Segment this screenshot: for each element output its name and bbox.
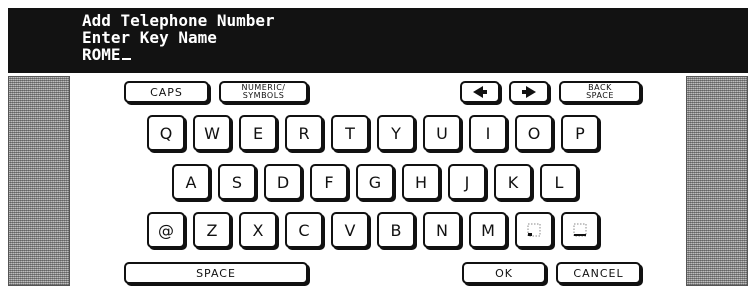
cancel-label: CANCEL	[573, 266, 624, 280]
dot-symbol-key[interactable]	[515, 212, 553, 248]
key-o-label: O	[527, 123, 541, 143]
underscore-symbol-key[interactable]	[561, 212, 599, 248]
caps-label: CAPS	[150, 85, 183, 99]
keyboard-area: CAPS NUMERIC/ SYMBOLS BACK SPACE Q W E R	[70, 76, 684, 286]
left-side-panel	[8, 76, 70, 286]
underscore-box-icon	[573, 223, 587, 237]
key-h[interactable]: H	[402, 164, 440, 200]
key-v-label: V	[344, 220, 356, 240]
key-e-label: E	[252, 123, 264, 143]
key-a-label: A	[185, 172, 197, 192]
key-l-label: L	[554, 172, 564, 192]
display-header: Add Telephone Number Enter Key Name ROME	[8, 8, 748, 73]
cursor-right-button[interactable]	[509, 81, 549, 103]
key-g[interactable]: G	[356, 164, 394, 200]
key-f-label: F	[324, 172, 334, 192]
key-s[interactable]: S	[218, 164, 256, 200]
key-c-label: C	[298, 220, 310, 240]
key-i-label: I	[485, 123, 491, 143]
screen-prompt: Enter Key Name	[82, 28, 217, 47]
back-label-line2: SPACE	[586, 91, 614, 100]
key-w-label: W	[204, 123, 220, 143]
ok-button[interactable]: OK	[462, 262, 546, 284]
key-i[interactable]: I	[469, 115, 507, 151]
key-w[interactable]: W	[193, 115, 231, 151]
key-name-field[interactable]: ROME	[82, 46, 131, 63]
key-at[interactable]: @	[147, 212, 185, 248]
key-x[interactable]: X	[239, 212, 277, 248]
numeric-symbols-button[interactable]: NUMERIC/ SYMBOLS	[219, 81, 308, 103]
key-y-label: Y	[391, 123, 401, 143]
key-a[interactable]: A	[172, 164, 210, 200]
screen-title: Add Telephone Number	[82, 11, 275, 30]
key-m[interactable]: M	[469, 212, 507, 248]
key-n-label: N	[436, 220, 448, 240]
space-button[interactable]: SPACE	[124, 262, 308, 284]
fax-keyboard-screen: Add Telephone Number Enter Key Name ROME…	[0, 0, 755, 289]
key-at-label: @	[158, 220, 174, 240]
ok-label: OK	[495, 266, 513, 280]
key-m-label: M	[481, 220, 495, 240]
key-g-label: G	[368, 172, 382, 192]
key-d[interactable]: D	[264, 164, 302, 200]
key-v[interactable]: V	[331, 212, 369, 248]
key-f[interactable]: F	[310, 164, 348, 200]
key-t-label: T	[345, 123, 355, 143]
key-x-label: X	[252, 220, 264, 240]
key-y[interactable]: Y	[377, 115, 415, 151]
cancel-button[interactable]: CANCEL	[556, 262, 641, 284]
key-s-label: S	[231, 172, 243, 192]
key-j-label: J	[464, 172, 470, 192]
key-n[interactable]: N	[423, 212, 461, 248]
dotted-square-icon	[527, 223, 541, 237]
key-b-label: B	[390, 220, 402, 240]
right-arrow-icon	[522, 86, 536, 98]
key-z-label: Z	[206, 220, 218, 240]
key-r-label: R	[298, 123, 310, 143]
key-q[interactable]: Q	[147, 115, 185, 151]
key-p[interactable]: P	[561, 115, 599, 151]
key-t[interactable]: T	[331, 115, 369, 151]
key-k[interactable]: K	[494, 164, 532, 200]
back-space-button[interactable]: BACK SPACE	[559, 81, 641, 103]
key-p-label: P	[575, 123, 585, 143]
key-r[interactable]: R	[285, 115, 323, 151]
key-b[interactable]: B	[377, 212, 415, 248]
key-h-label: H	[414, 172, 428, 192]
key-z[interactable]: Z	[193, 212, 231, 248]
numeric-label-line2: SYMBOLS	[242, 91, 285, 100]
key-u-label: U	[436, 123, 448, 143]
caps-button[interactable]: CAPS	[124, 81, 209, 103]
key-u[interactable]: U	[423, 115, 461, 151]
key-e[interactable]: E	[239, 115, 277, 151]
space-label: SPACE	[196, 266, 236, 280]
text-cursor	[121, 58, 131, 60]
key-d-label: D	[276, 172, 290, 192]
key-j[interactable]: J	[448, 164, 486, 200]
key-o[interactable]: O	[515, 115, 553, 151]
key-name-value: ROME	[82, 45, 121, 64]
left-arrow-icon	[473, 86, 487, 98]
key-l[interactable]: L	[540, 164, 578, 200]
key-q-label: Q	[159, 123, 173, 143]
cursor-left-button[interactable]	[460, 81, 500, 103]
right-side-panel	[686, 76, 748, 286]
key-k-label: K	[507, 172, 519, 192]
key-c[interactable]: C	[285, 212, 323, 248]
